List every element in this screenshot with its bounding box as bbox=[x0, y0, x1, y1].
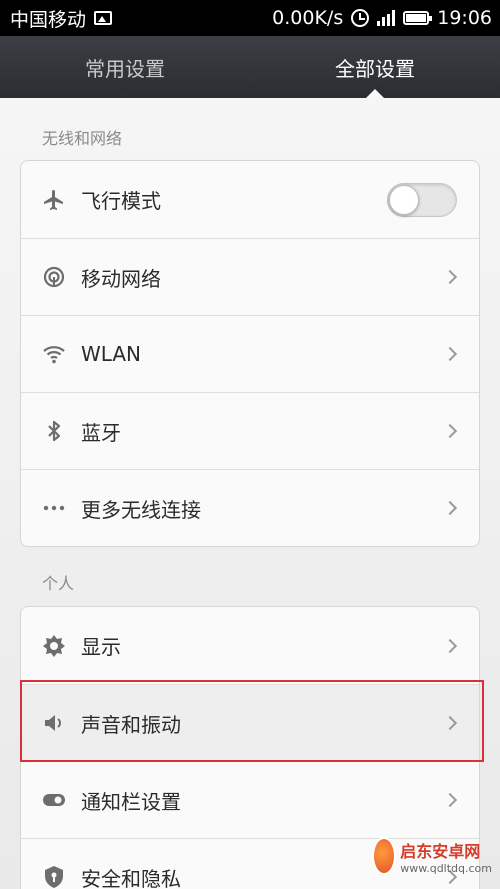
chevron-right-icon bbox=[442, 715, 458, 731]
bluetooth-icon bbox=[41, 418, 67, 444]
row-label: 通知栏设置 bbox=[81, 789, 181, 814]
chevron-right-icon bbox=[442, 269, 458, 285]
section-header-personal: 个人 bbox=[42, 574, 75, 593]
watermark: 启东安卓网 www.qdltdq.com bbox=[372, 827, 492, 885]
watermark-title: 启东安卓网 bbox=[400, 841, 481, 861]
carrier-label: 中国移动 bbox=[10, 8, 87, 31]
tab-label: 全部设置 bbox=[335, 56, 415, 81]
chevron-right-icon bbox=[442, 346, 458, 362]
tab-label: 常用设置 bbox=[85, 56, 165, 81]
row-label: 蓝牙 bbox=[81, 420, 121, 445]
wifi-icon bbox=[41, 341, 67, 367]
row-label: 飞行模式 bbox=[81, 189, 161, 213]
row-label: 显示 bbox=[81, 635, 121, 659]
row-sound-vibration[interactable]: 声音和振动 bbox=[21, 684, 479, 761]
clock: 19:06 bbox=[437, 7, 492, 29]
more-icon bbox=[41, 495, 67, 521]
section-header-wireless: 无线和网络 bbox=[42, 129, 123, 148]
row-display[interactable]: 显示 bbox=[21, 607, 479, 684]
signal-icon bbox=[377, 10, 396, 26]
watermark-url: www.qdltdq.com bbox=[400, 861, 492, 875]
mobile-network-icon bbox=[41, 264, 67, 290]
chevron-right-icon bbox=[442, 423, 458, 439]
chevron-right-icon bbox=[442, 500, 458, 516]
chevron-right-icon bbox=[442, 792, 458, 808]
airplane-mode-toggle[interactable] bbox=[387, 182, 457, 217]
display-icon bbox=[41, 633, 67, 659]
settings-group-wireless: 飞行模式 移动网络 WLAN 蓝牙 更多无线连接 bbox=[20, 160, 480, 547]
tab-all-settings[interactable]: 全部设置 bbox=[250, 36, 500, 98]
airplane-icon bbox=[41, 187, 67, 213]
watermark-logo-icon bbox=[372, 837, 397, 875]
row-label: 声音和振动 bbox=[81, 712, 181, 737]
row-label: WLAN bbox=[81, 342, 142, 366]
row-label: 移动网络 bbox=[81, 266, 161, 291]
status-bar: 中国移动 0.00K/s 19:06 bbox=[0, 0, 500, 36]
active-tab-indicator bbox=[366, 89, 384, 98]
toggle-knob bbox=[389, 184, 419, 215]
row-airplane-mode[interactable]: 飞行模式 bbox=[21, 161, 479, 238]
row-bluetooth[interactable]: 蓝牙 bbox=[21, 392, 479, 469]
network-speed: 0.00K/s bbox=[272, 7, 344, 29]
tab-bar: 常用设置 全部设置 bbox=[0, 36, 500, 98]
sound-icon bbox=[41, 710, 67, 736]
row-mobile-network[interactable]: 移动网络 bbox=[21, 238, 479, 315]
notification-bar-icon bbox=[41, 787, 67, 813]
alarm-icon bbox=[351, 9, 370, 27]
battery-icon bbox=[403, 11, 433, 25]
image-notification-icon bbox=[94, 11, 113, 25]
row-wlan[interactable]: WLAN bbox=[21, 315, 479, 392]
tab-common-settings[interactable]: 常用设置 bbox=[0, 36, 250, 98]
chevron-right-icon bbox=[442, 638, 458, 653]
row-label: 更多无线连接 bbox=[81, 497, 201, 522]
row-more-wireless[interactable]: 更多无线连接 bbox=[21, 469, 479, 546]
shield-icon bbox=[41, 864, 67, 889]
